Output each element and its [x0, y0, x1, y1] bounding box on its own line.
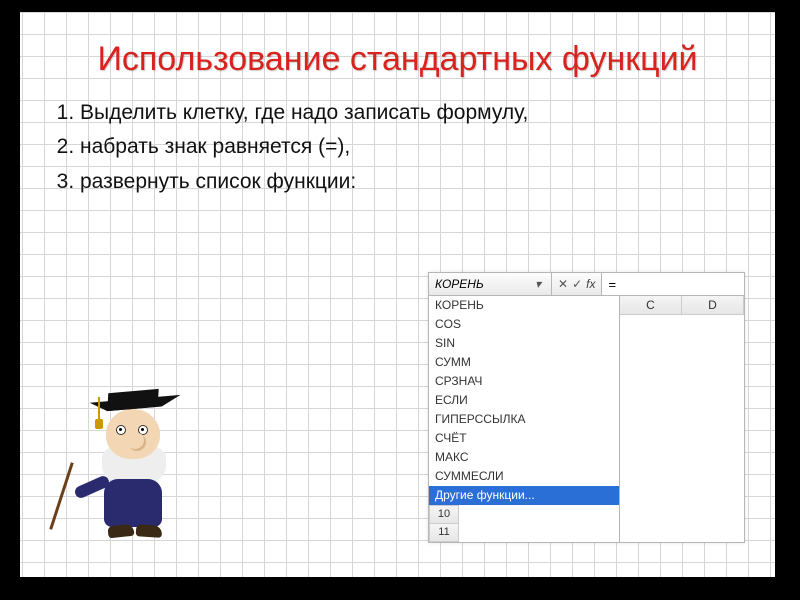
body-icon — [104, 479, 162, 527]
function-dropdown[interactable]: КОРЕНЬ COS SIN СУММ СРЗНАЧ ЕСЛИ ГИПЕРССЫ… — [429, 296, 620, 542]
function-item[interactable]: COS — [429, 315, 619, 334]
row-headers: 10 11 — [429, 505, 459, 542]
professor-illustration — [60, 391, 190, 541]
column-headers: C D — [620, 296, 744, 315]
excel-body: КОРЕНЬ COS SIN СУММ СРЗНАЧ ЕСЛИ ГИПЕРССЫ… — [429, 296, 744, 542]
step-item: набрать знак равняется (=), — [80, 133, 735, 161]
function-item[interactable]: СУММ — [429, 353, 619, 372]
step-item: Выделить клетку, где надо записать форму… — [80, 99, 735, 127]
row-header[interactable]: 11 — [429, 524, 459, 542]
graduation-cap-icon — [107, 389, 158, 411]
step-item: развернуть список функции: — [80, 168, 735, 196]
name-box-value: КОРЕНЬ — [435, 277, 484, 291]
shoe-icon — [107, 524, 134, 539]
formula-bar: КОРЕНЬ ▾ ✕ ✓ fx = — [429, 273, 744, 296]
function-item[interactable]: ГИПЕРССЫЛКА — [429, 410, 619, 429]
function-item[interactable]: СЧЁТ — [429, 429, 619, 448]
function-item[interactable]: SIN — [429, 334, 619, 353]
shoe-icon — [136, 524, 163, 538]
slide-title: Использование стандартных функций — [20, 12, 775, 79]
function-item[interactable]: КОРЕНЬ — [429, 296, 619, 315]
function-item[interactable]: СРЗНАЧ — [429, 372, 619, 391]
column-header[interactable]: D — [682, 296, 744, 314]
column-header[interactable]: C — [620, 296, 682, 314]
slide: Использование стандартных функций Выдели… — [20, 12, 775, 577]
nose-icon — [128, 433, 146, 451]
tassel-icon — [98, 397, 100, 419]
row-header[interactable]: 10 — [429, 506, 459, 524]
steps-list: Выделить клетку, где надо записать форму… — [80, 99, 735, 196]
cells-area[interactable] — [620, 315, 744, 485]
grid-columns: C D — [620, 296, 744, 542]
function-item-selected[interactable]: Другие функции... — [429, 486, 619, 505]
accept-icon[interactable]: ✓ — [572, 277, 582, 291]
function-item[interactable]: МАКС — [429, 448, 619, 467]
formula-value: = — [608, 277, 616, 292]
formula-buttons: ✕ ✓ fx — [552, 273, 602, 295]
function-item[interactable]: СУММЕСЛИ — [429, 467, 619, 486]
formula-input[interactable]: = — [602, 273, 744, 295]
function-item[interactable]: ЕСЛИ — [429, 391, 619, 410]
pointer-stick-icon — [49, 462, 73, 530]
cancel-icon[interactable]: ✕ — [558, 277, 568, 291]
excel-screenshot: КОРЕНЬ ▾ ✕ ✓ fx = КОРЕНЬ COS SIN СУММ СР… — [428, 272, 745, 543]
fx-icon[interactable]: fx — [586, 277, 595, 291]
eye-icon — [116, 425, 126, 435]
chevron-down-icon[interactable]: ▾ — [531, 277, 545, 291]
name-box[interactable]: КОРЕНЬ ▾ — [429, 273, 552, 295]
